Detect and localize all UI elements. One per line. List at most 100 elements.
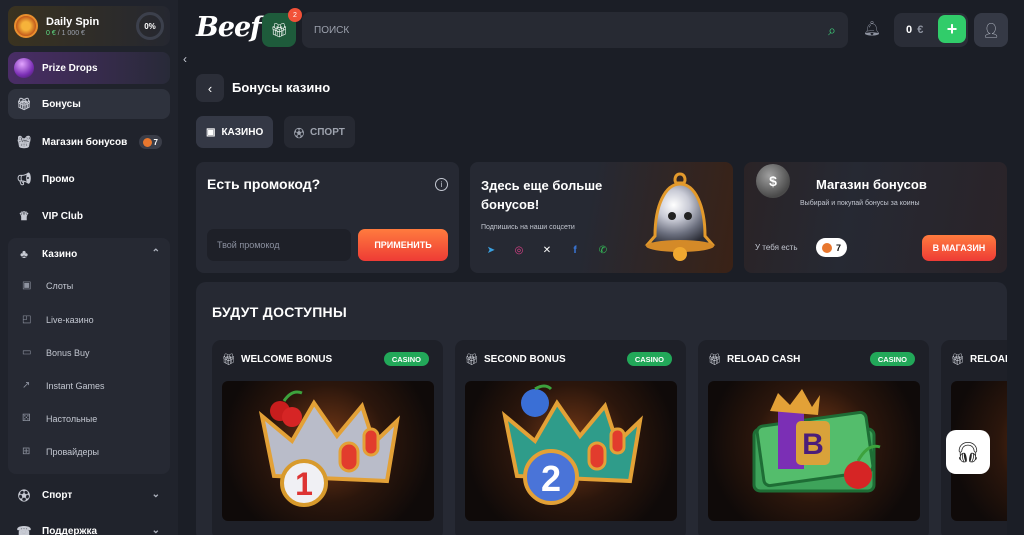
bell-icon[interactable]: 🔔︎ [863,20,881,38]
tab-casino[interactable]: ▣ КАЗИНО [196,116,274,148]
gift-count-badge: 2 [288,8,302,22]
daily-spin-title: Daily Spin [46,15,100,28]
casino-group: ♣ Казино ⌃ ▣ Слоты ◰ Live-казино ▭ Bonus Bu… [8,238,170,474]
coin-icon [822,242,832,253]
cards-icon: ♣ [20,247,28,261]
headset-icon: 🎧︎ [955,441,981,464]
page-title: Бонусы казино [232,80,331,95]
section-title: БУДУТ ДОСТУПНЫ [212,304,347,320]
casino-tag: CASINO [626,352,672,366]
x-twitter-icon[interactable]: ✕ [539,242,555,258]
soccer-ball-icon: ⚽︎ [17,488,30,503]
sidebar-item-casino[interactable]: ♣ Казино ⌃ [8,239,170,269]
dollar-coin-icon: $ [756,164,790,198]
support-chat-button[interactable]: 🎧︎ [946,430,990,474]
sidebar-item-label: Казино [42,248,78,260]
grid-icon: ⊞ [22,446,31,457]
svg-text:B: B [802,428,824,461]
casino-sub-slots[interactable]: ▣ Слоты [22,274,73,298]
casino-sub-table[interactable]: ⚄ Настольные [22,407,97,431]
sidebar-item-bonuses[interactable]: 🎁︎ Бонусы [8,89,170,119]
site-logo[interactable]: Beef [196,12,262,43]
promo-code-input[interactable]: Твой промокод [207,229,351,261]
welcome-bonus-image: 1 [222,381,434,521]
chevron-up-icon: ⌃ [151,248,160,259]
go-to-shop-button[interactable]: В МАГАЗИН [922,235,996,261]
balance-currency: € [917,24,924,36]
coin-icon [142,137,152,147]
tab-label: КАЗИНО [221,126,264,138]
back-button[interactable]: ‹ [196,74,224,102]
user-menu-button[interactable]: 👤︎ [974,13,1008,47]
bonus-name: RELOAD CASH [727,354,801,365]
gift-icon: 🎁︎ [270,21,288,38]
social-card-subtitle: Подпишись на наши соцсети [481,224,575,231]
chevron-down-icon: ⌄ [151,525,160,535]
svg-text:2: 2 [541,458,561,499]
casino-sub-bonus-buy[interactable]: ▭ Bonus Buy [22,341,90,365]
sidebar-item-vip-club[interactable]: ♛ VIP Club [8,201,170,231]
slots-icon: ▣ [22,280,32,291]
crown-icon: ♛ [18,209,30,223]
sidebar-item-support[interactable]: ☎ Поддержка ⌄ [8,516,170,535]
bonus-card-reload-cash[interactable]: 🎁︎ RELOAD CASH CASINO B [698,340,929,535]
balance-amount: 0 [906,24,913,36]
bonus-buy-icon: ▭ [22,347,32,358]
sidebar-item-label: Поддержка [42,525,98,535]
telegram-icon[interactable]: ➤ [483,242,499,258]
bell-illustration [644,172,716,261]
coins-value: 7 [836,242,842,253]
tab-sport[interactable]: ⚽︎ СПОРТ [284,116,355,148]
instagram-icon[interactable]: ◎ [511,242,527,258]
whatsapp-icon[interactable]: ✆ [595,242,611,258]
bonus-shop-card: $ Магазин бонусов Выбирай и покупай бону… [744,162,1007,273]
daily-spin-percent: 0% [136,12,164,40]
prize-drops-item[interactable]: Prize Drops [8,52,170,84]
sidebar-item-label: Магазин бонусов [42,136,128,148]
apply-promo-button[interactable]: ПРИМЕНИТЬ [358,229,448,261]
coins-balance-pill: 7 [816,238,848,257]
sidebar-item-sport[interactable]: ⚽︎ Спорт ⌄ [8,480,170,510]
sub-label: Live-казино [46,315,94,325]
daily-spin-widget[interactable]: Daily Spin 0 € / 1 000 € 0% [8,6,170,46]
casino-sub-live[interactable]: ◰ Live-казино [22,308,94,332]
chart-icon: ↗ [22,380,31,391]
bonus-card-welcome[interactable]: 🎁︎ WELCOME BONUS CASINO 1 [212,340,443,535]
daily-spin-progress: 0 € [46,29,56,37]
crown-2-illustration: 2 [501,384,643,505]
prize-ball-icon [14,58,34,78]
bonus-name: RELOAD [970,354,1007,365]
user-icon: 👤︎ [982,21,1000,38]
upcoming-bonuses-section: БУДУТ ДОСТУПНЫ 🎁︎ WELCOME BONUS CASINO 1… [196,282,1007,535]
sidebar-item-bonus-shop[interactable]: 🧺︎ Магазин бонусов 7 [8,127,170,157]
casino-sub-providers[interactable]: ⊞ Провайдеры [22,440,99,464]
sub-label: Провайдеры [46,447,99,457]
info-icon[interactable]: i [435,178,448,191]
bonus-name: WELCOME BONUS [241,354,333,365]
shop-card-desc: Выбирай и покупай бонусы за коины [800,200,920,207]
search-placeholder: ПОИСК [314,24,350,36]
search-input[interactable]: ПОИСК ⌕ [302,12,848,48]
sub-label: Bonus Buy [46,348,90,358]
gift-icon: 🎁︎ [465,354,479,366]
gift-button[interactable]: 🎁︎ 2 [262,8,302,47]
crown-1-illustration: 1 [258,390,400,507]
bonus-card-second[interactable]: 🎁︎ SECOND BONUS CASINO 2 [455,340,686,535]
second-bonus-image: 2 [465,381,677,521]
promo-card-title: Есть промокод? [207,176,321,192]
deposit-button[interactable]: + [938,15,966,43]
casino-chip-icon: ▣ [206,126,216,138]
sidebar-item-label: VIP Club [42,210,83,222]
live-icon: ◰ [22,314,32,325]
sidebar-item-promo[interactable]: 📢︎ Промо [8,164,170,194]
chevron-down-icon: ⌄ [151,489,160,500]
daily-spin-total: / 1 000 € [57,29,85,37]
facebook-icon[interactable]: f [567,242,583,258]
sidebar-item-label: Промо [42,173,75,185]
cash-stack-illustration: B [752,389,881,493]
casino-sub-instant[interactable]: ↗ Instant Games [22,374,105,398]
casino-tag: CASINO [869,352,915,366]
support-icon: ☎ [16,524,32,535]
gift-icon: 🎁︎ [16,97,32,111]
search-icon[interactable]: ⌕ [828,22,836,39]
